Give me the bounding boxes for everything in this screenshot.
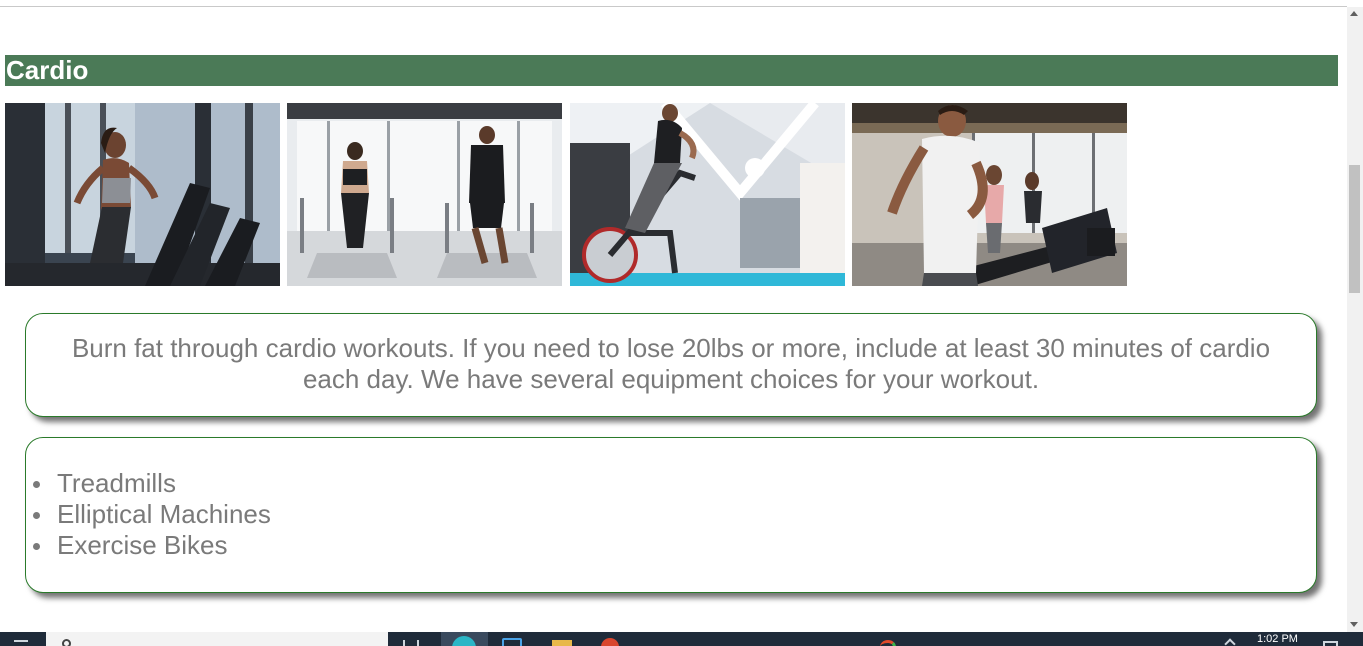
taskbar-search-box[interactable] (46, 632, 388, 646)
equipment-list-box: Treadmills Elliptical Machines Exercise … (25, 437, 1317, 593)
treadmill-woman-window-photo (5, 103, 280, 286)
section-heading-cardio: Cardio (5, 55, 1338, 86)
windows-taskbar: 1:02 PM (0, 632, 1363, 646)
exercise-bike-loft-gym-photo (570, 103, 845, 286)
treadmill-group-gym-photo (852, 103, 1127, 286)
chrome-icon[interactable] (880, 640, 896, 646)
scroll-down-arrow-icon[interactable] (1350, 622, 1358, 627)
page-content: Cardio Burn fat through cardio workouts.… (0, 7, 1347, 632)
equipment-item-elliptical-machines: Elliptical Machines (26, 499, 1316, 530)
office-icon[interactable] (601, 638, 619, 646)
start-icon[interactable] (14, 640, 28, 646)
task-view-icon[interactable] (403, 640, 419, 646)
cardio-description-box: Burn fat through cardio workouts. If you… (25, 313, 1317, 417)
equipment-item-exercise-bikes: Exercise Bikes (26, 530, 1316, 561)
vertical-scrollbar[interactable] (1347, 7, 1363, 632)
taskbar-clock[interactable]: 1:02 PM (1257, 633, 1298, 645)
file-explorer-icon[interactable] (552, 640, 572, 646)
cardio-description-text: Burn fat through cardio workouts. If you… (71, 333, 1271, 394)
app-window-icon[interactable] (502, 638, 522, 646)
notification-icon[interactable] (1323, 641, 1338, 646)
equipment-list: Treadmills Elliptical Machines Exercise … (26, 468, 1316, 561)
search-icon (62, 639, 71, 646)
equipment-item-treadmills: Treadmills (26, 468, 1316, 499)
tray-chevron-icon[interactable] (1224, 638, 1236, 646)
scroll-up-arrow-icon[interactable] (1350, 11, 1358, 16)
screen: Cardio Burn fat through cardio workouts.… (0, 0, 1363, 646)
treadmill-couple-window-photo (287, 103, 562, 286)
browser-top-edge (0, 0, 1347, 7)
scrollbar-thumb[interactable] (1349, 165, 1360, 293)
